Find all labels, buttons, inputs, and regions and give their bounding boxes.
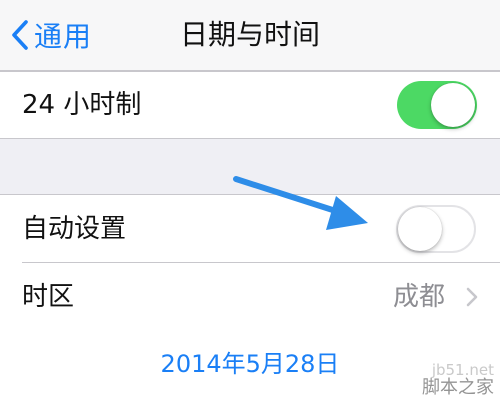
divider [0,138,500,139]
time-zone-value: 成都 [392,282,445,312]
watermark-name: 脚本之家 [422,377,494,398]
toggle-knob [431,83,475,127]
watermark: jb51.net 脚本之家 [422,362,494,398]
watermark-domain: jb51.net [431,361,494,379]
setting-label-time-zone: 时区 [22,282,75,312]
toggle-24-hour[interactable] [397,81,477,129]
toggle-knob [398,207,442,251]
setting-label-24-hour: 24 小时制 [22,90,142,120]
setting-row-24-hour: 24 小时制 [0,72,500,138]
nav-bar: 通用 日期与时间 [0,0,500,72]
setting-row-time-zone[interactable]: 时区 成都 [0,263,500,331]
page-title: 日期与时间 [179,18,320,51]
arrow-annotation-icon [233,176,368,230]
chevron-right-icon [466,287,478,311]
setting-label-auto-set: 自动设置 [22,214,127,244]
toggle-auto-set[interactable] [396,205,476,253]
